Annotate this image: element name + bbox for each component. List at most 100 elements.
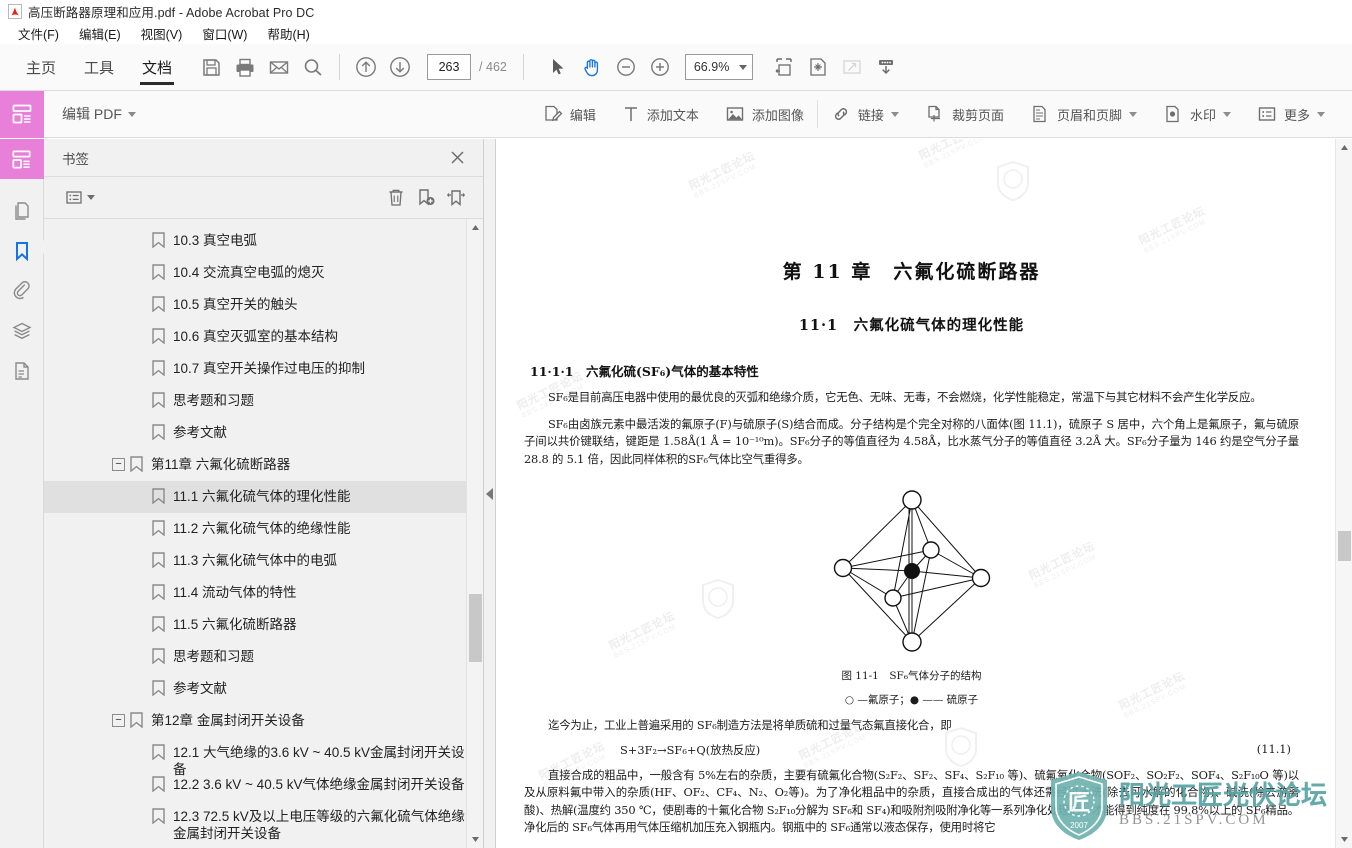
bookmark-icon xyxy=(147,264,169,280)
scroll-down-arrow[interactable] xyxy=(467,831,483,848)
bookmark-item[interactable]: 参考文献 xyxy=(44,417,483,449)
edit-pdf-tool-list: 编辑 添加文本 添加图像 链接 裁剪页面 页眉和页脚 水印 更多 xyxy=(530,91,1352,138)
document-scrollbar[interactable] xyxy=(1335,139,1352,848)
page-total-label: / 462 xyxy=(479,60,507,74)
main-toolbar: 主页 工具 文档 263 / 462 66.9% xyxy=(0,44,1352,91)
tab-tools[interactable]: 工具 xyxy=(70,44,128,91)
bookmark-item[interactable]: 11.5 六氟化硫断路器 xyxy=(44,609,483,641)
acrobat-logo-icon xyxy=(8,3,22,19)
more-button[interactable]: 更多 xyxy=(1244,91,1338,138)
bookmark-item[interactable]: 10.3 真空电弧 xyxy=(44,225,483,257)
add-text-button[interactable]: 添加文本 xyxy=(609,91,712,138)
document-viewer[interactable]: 阳光工匠论坛 BBS.21SPV.COM 阳光工匠论坛 BBS.21SPV.COM … xyxy=(496,139,1352,848)
crop-page-button[interactable]: 裁剪页面 xyxy=(912,91,1017,138)
bookmark-options-button[interactable] xyxy=(60,184,90,212)
edit-tool-button[interactable]: 编辑 xyxy=(530,91,609,138)
paperclip-icon xyxy=(13,281,30,300)
expand-bookmarks-button[interactable] xyxy=(441,184,471,212)
bookmark-item[interactable]: 11.3 六氟化硫气体中的电弧 xyxy=(44,545,483,577)
bookmark-item[interactable]: 思考题和习题 xyxy=(44,641,483,673)
document-scroll-thumb[interactable] xyxy=(1338,531,1351,561)
bookmark-item[interactable]: 12.2 3.6 kV ~ 40.5 kV气体绝缘金属封闭开关设备 xyxy=(44,769,483,801)
header-footer-icon xyxy=(1033,105,1046,123)
bookmark-expander-icon[interactable]: − xyxy=(112,458,125,471)
full-screen-button[interactable] xyxy=(835,50,869,84)
chevron-down-icon[interactable] xyxy=(87,195,95,200)
fit-width-button[interactable] xyxy=(767,50,801,84)
rail-edit-pdf[interactable] xyxy=(0,139,44,179)
bookmark-label: 第11章 六氟化硫断路器 xyxy=(151,457,291,472)
watermark-button[interactable]: 水印 xyxy=(1150,91,1244,138)
add-image-button[interactable]: 添加图像 xyxy=(712,91,817,138)
zoom-level-select[interactable]: 66.9% xyxy=(684,54,753,80)
rail-attachments[interactable] xyxy=(0,271,44,311)
chevron-down-icon xyxy=(1317,111,1325,117)
zoom-in-button[interactable] xyxy=(643,50,677,84)
bookmarks-panel: 书签 10.3 真空电弧 10.4 交流真空电弧的熄灭 10.5 真空开关的触头… xyxy=(44,139,484,848)
bookmarks-scroll-thumb[interactable] xyxy=(469,594,482,662)
more-list-icon xyxy=(1258,107,1276,121)
tab-home[interactable]: 主页 xyxy=(12,44,70,91)
menu-edit[interactable]: 编辑(E) xyxy=(69,22,131,45)
rail-layers[interactable] xyxy=(0,311,44,351)
bookmark-item[interactable]: 10.4 交流真空电弧的熄灭 xyxy=(44,257,483,289)
menu-file[interactable]: 文件(F) xyxy=(8,22,69,45)
scroll-down-arrow[interactable] xyxy=(1336,831,1352,848)
bookmark-item[interactable]: 12.3 72.5 kV及以上电压等级的六氟化硫气体绝缘金属封闭开关设备 xyxy=(44,801,483,845)
rail-bookmarks[interactable] xyxy=(0,231,45,271)
save-button[interactable] xyxy=(194,50,228,84)
link-button[interactable]: 链接 xyxy=(818,91,912,138)
chevron-down-icon xyxy=(127,111,136,117)
window-title: 高压断路器原理和应用.pdf - Adobe Acrobat Pro DC xyxy=(28,5,315,20)
new-bookmark-button[interactable] xyxy=(411,184,441,212)
header-footer-button[interactable]: 页眉和页脚 xyxy=(1017,91,1150,138)
edit-pdf-title[interactable]: 编辑 PDF xyxy=(62,104,136,124)
bookmark-item[interactable]: 参考文献 xyxy=(44,673,483,705)
bookmark-item[interactable]: 10.7 真空开关操作过电压的抑制 xyxy=(44,353,483,385)
bookmark-icon xyxy=(147,744,169,760)
subsection-title: 11·1·1 六氟化硫(SF₆)气体的基本特性 xyxy=(530,364,759,379)
previous-page-button[interactable] xyxy=(349,50,383,84)
bookmark-item[interactable]: − 第12章 金属封闭开关设备 xyxy=(44,705,483,737)
bookmarks-scrollbar[interactable] xyxy=(466,219,483,848)
delete-bookmark-button[interactable] xyxy=(381,184,411,212)
bookmark-tree[interactable]: 10.3 真空电弧 10.4 交流真空电弧的熄灭 10.5 真空开关的触头 10.6 … xyxy=(44,219,483,848)
print-button[interactable] xyxy=(228,50,262,84)
page-watermark: 阳光工匠论坛 BBS.21SPV.COM xyxy=(917,139,988,170)
bookmark-item[interactable]: 10.5 真空开关的触头 xyxy=(44,289,483,321)
next-page-button[interactable] xyxy=(383,50,417,84)
edit-pdf-panel-icon[interactable] xyxy=(0,90,44,138)
scroll-up-arrow[interactable] xyxy=(1336,139,1352,156)
close-icon[interactable] xyxy=(445,146,469,170)
bookmark-expander-icon[interactable]: − xyxy=(112,714,125,727)
expand-bookmarks-icon xyxy=(447,190,465,206)
select-tool-button[interactable] xyxy=(541,50,575,84)
bookmark-item[interactable]: 10.6 真空灭弧室的基本结构 xyxy=(44,321,483,353)
menu-window[interactable]: 窗口(W) xyxy=(192,22,257,45)
rail-content[interactable] xyxy=(0,351,44,391)
bookmark-item[interactable]: 11.2 六氟化硫气体的绝缘性能 xyxy=(44,513,483,545)
scroll-mode-button[interactable] xyxy=(869,50,903,84)
crop-page-label: 裁剪页面 xyxy=(951,107,1004,123)
chapter-title: 第 11 章 六氟化硫断路器 xyxy=(782,261,1041,283)
zoom-out-button[interactable] xyxy=(609,50,643,84)
bookmark-item[interactable]: 12.1 大气绝缘的3.6 kV ~ 40.5 kV金属封闭开关设备 xyxy=(44,737,483,777)
page-number-input[interactable]: 263 xyxy=(427,54,472,80)
bookmark-item[interactable]: 11.1 六氟化硫气体的理化性能 xyxy=(44,481,483,513)
scroll-up-arrow[interactable] xyxy=(467,219,483,236)
menu-help[interactable]: 帮助(H) xyxy=(257,22,319,45)
hand-tool-button[interactable] xyxy=(575,50,609,84)
bookmark-item[interactable]: 11.4 流动气体的特性 xyxy=(44,577,483,609)
panel-collapse-handle[interactable] xyxy=(484,139,496,848)
paragraph-1: SF₆是目前高压电器中使用的最优良的灭弧和绝缘介质，它无色、无味、无毒，不会燃烧… xyxy=(548,390,1262,404)
email-button[interactable] xyxy=(262,50,296,84)
rail-page-thumbnails[interactable] xyxy=(0,191,44,231)
fit-page-button[interactable] xyxy=(801,50,835,84)
menu-view[interactable]: 视图(V) xyxy=(131,22,193,45)
pdf-page-canvas[interactable]: 阳光工匠论坛 BBS.21SPV.COM 阳光工匠论坛 BBS.21SPV.COM … xyxy=(496,139,1335,848)
bookmark-item[interactable]: 思考题和习题 xyxy=(44,385,483,417)
bookmark-item[interactable]: − 第11章 六氟化硫断路器 xyxy=(44,449,483,481)
search-button[interactable] xyxy=(296,50,330,84)
tab-document[interactable]: 文档 xyxy=(128,44,186,91)
bookmark-label: 11.4 流动气体的特性 xyxy=(173,585,297,600)
